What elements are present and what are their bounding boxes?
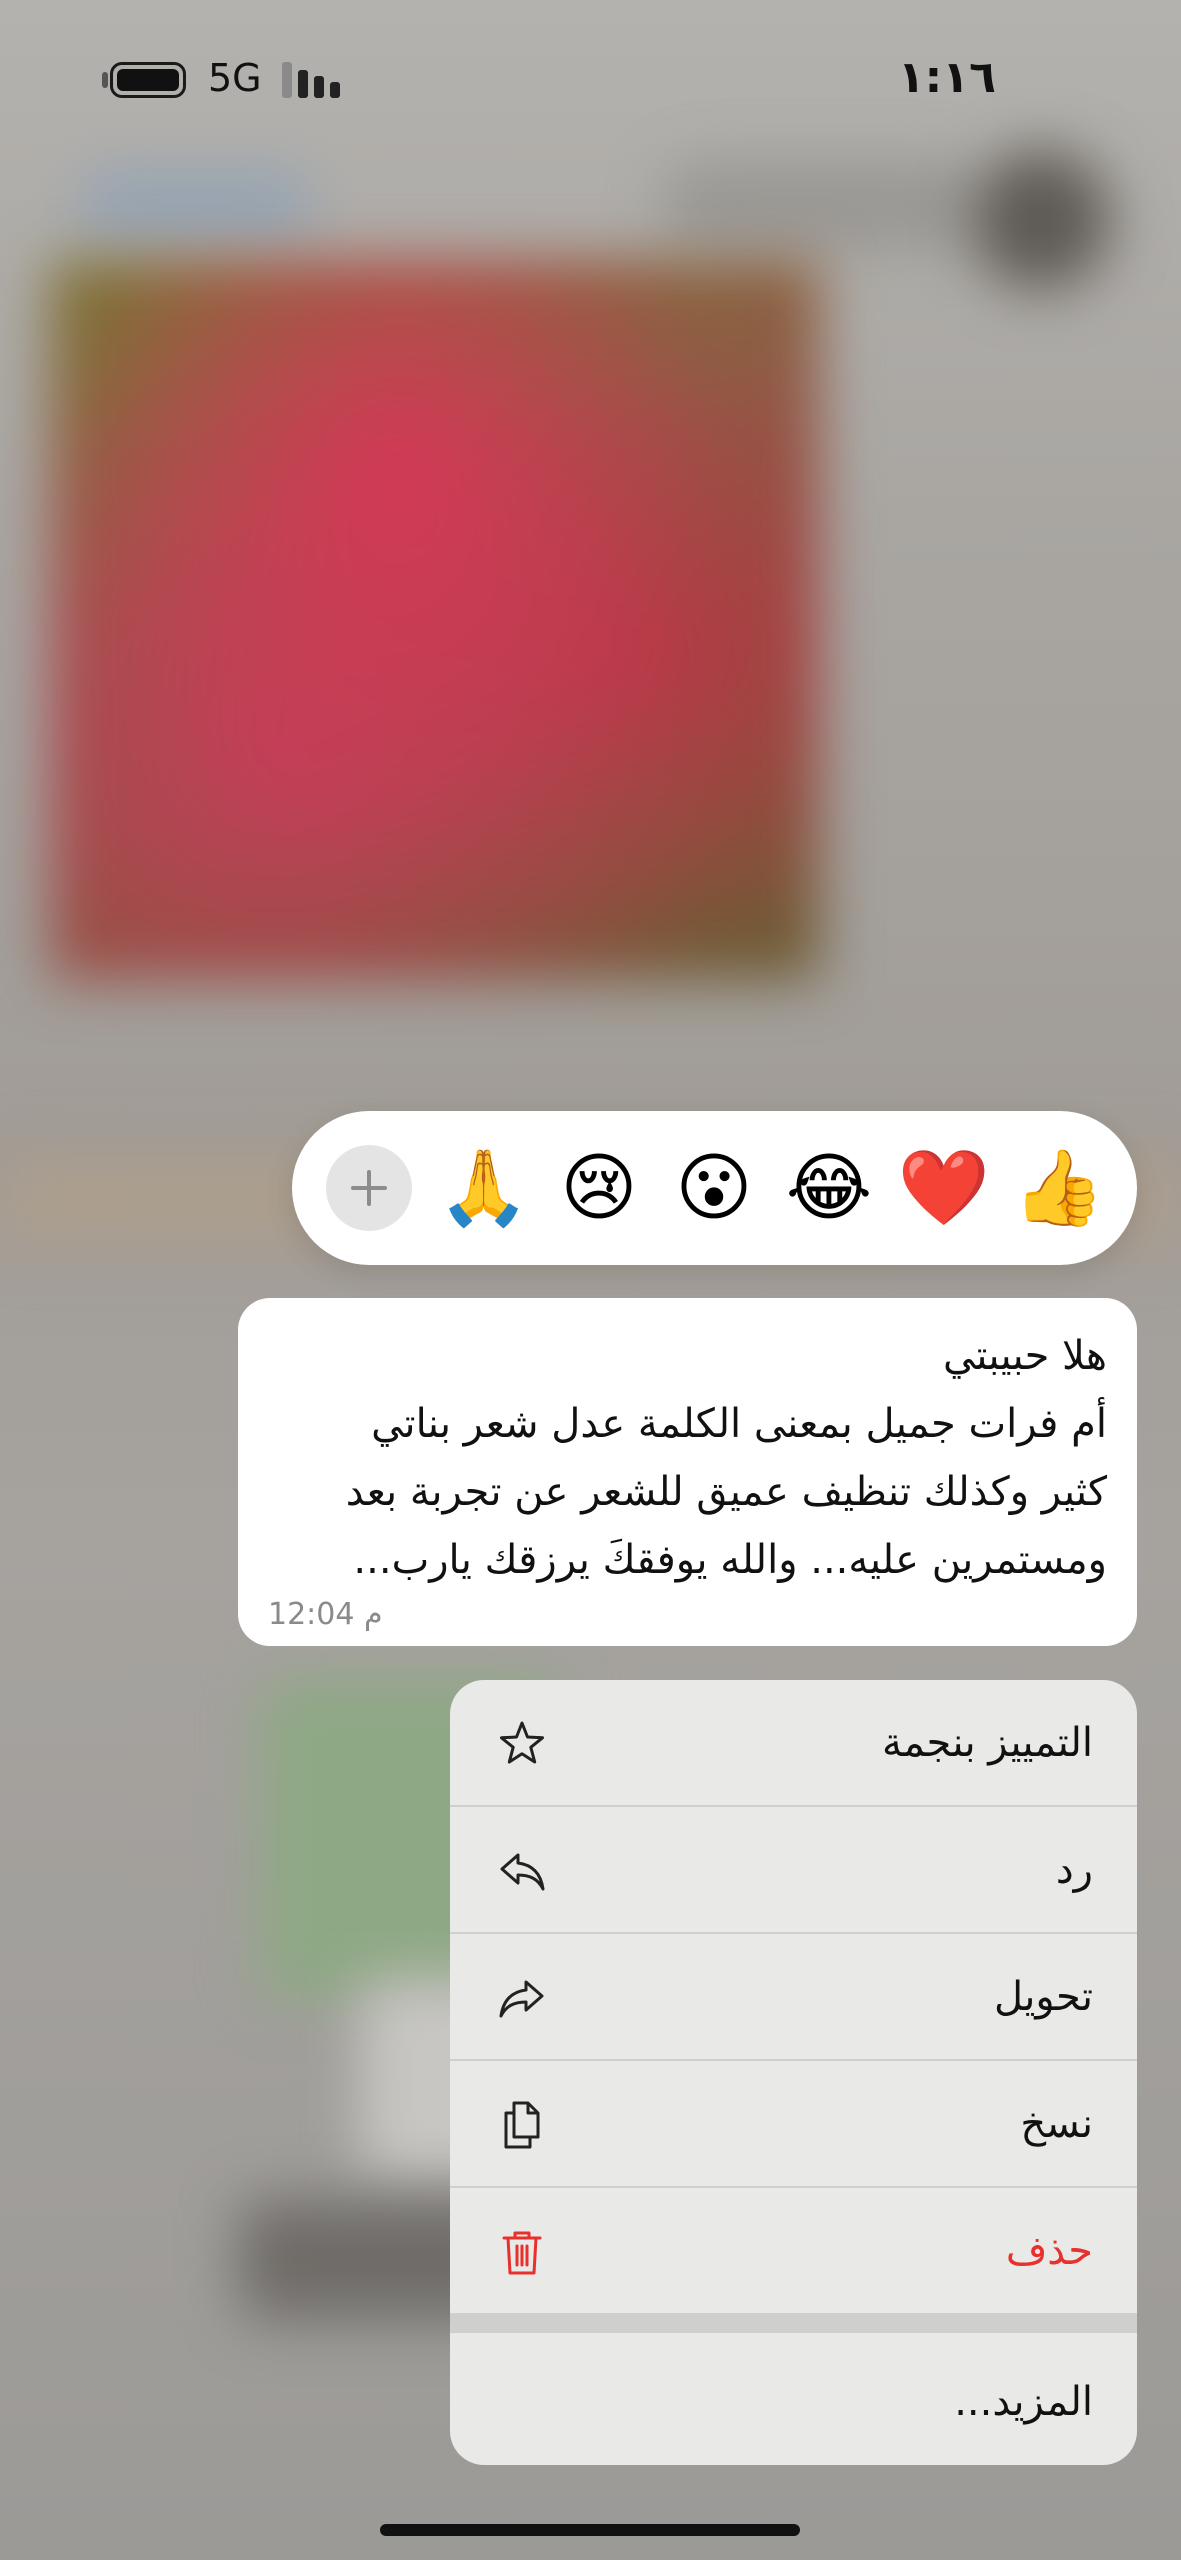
plus-icon — [351, 1170, 387, 1206]
forward-icon — [499, 1980, 544, 2018]
menu-item-forward[interactable]: تحويل — [450, 1934, 1137, 2061]
menu-item-label: المزيد... — [954, 2379, 1093, 2425]
message-line: هلا حبيبتي — [942, 1333, 1107, 1379]
reply-icon — [500, 1853, 545, 1891]
trash-icon — [502, 2231, 542, 2275]
message-line: كثير وكذلك تنظيف عميق للشعر عن تجربة بعد — [345, 1469, 1107, 1515]
battery-icon — [110, 62, 186, 98]
message-bubble[interactable]: هلا حبيبتي أم فرات جميل بمعنى الكلمة عدل… — [238, 1298, 1137, 1646]
reaction-heart[interactable]: ❤️ — [897, 1141, 991, 1235]
clock: ١:١٦ — [897, 52, 996, 103]
signal-icon — [282, 62, 346, 98]
menu-item-delete[interactable]: حذف — [450, 2188, 1137, 2315]
message-timestamp: 12:04 م — [268, 1597, 383, 1632]
context-menu: التمييز بنجمة رد تحويل نسخ حذف المزيد... — [450, 1680, 1137, 2465]
reaction-thumbs-up[interactable]: 👍 — [1012, 1141, 1106, 1235]
message-line: ومستمرين عليه... والله يوفقكَ يرزقك يارب… — [353, 1537, 1107, 1583]
menu-item-label: التمييز بنجمة — [881, 1720, 1093, 1766]
reaction-surprised[interactable]: 😮 — [667, 1141, 761, 1235]
network-type: 5G — [208, 56, 262, 100]
menu-item-label: نسخ — [1020, 2101, 1093, 2147]
menu-item-label: رد — [1055, 1847, 1093, 1893]
menu-item-more[interactable]: المزيد... — [450, 2333, 1137, 2465]
menu-item-star[interactable]: التمييز بنجمة — [450, 1680, 1137, 1807]
menu-item-copy[interactable]: نسخ — [450, 2061, 1137, 2188]
message-text: هلا حبيبتي أم فرات جميل بمعنى الكلمة عدل… — [268, 1322, 1107, 1594]
menu-item-reply[interactable]: رد — [450, 1807, 1137, 1934]
menu-item-label: حذف — [1005, 2228, 1093, 2274]
reaction-laughing[interactable]: 😂 — [782, 1141, 876, 1235]
status-bar: 5G ١:١٦ — [0, 0, 1181, 160]
add-reaction-button[interactable] — [326, 1145, 412, 1231]
menu-separator — [450, 2315, 1137, 2333]
menu-item-label: تحويل — [993, 1974, 1093, 2020]
reaction-bar: 🙏 😢 😮 😂 ❤️ 👍 — [292, 1111, 1137, 1265]
message-line: أم فرات جميل بمعنى الكلمة عدل شعر بناتي — [371, 1401, 1107, 1447]
copy-icon — [504, 2101, 540, 2149]
battery-tip — [102, 72, 108, 88]
reaction-praying[interactable]: 🙏 — [437, 1141, 531, 1235]
home-indicator[interactable] — [380, 2524, 800, 2536]
star-icon — [500, 1721, 544, 1764]
reaction-crying[interactable]: 😢 — [552, 1141, 646, 1235]
